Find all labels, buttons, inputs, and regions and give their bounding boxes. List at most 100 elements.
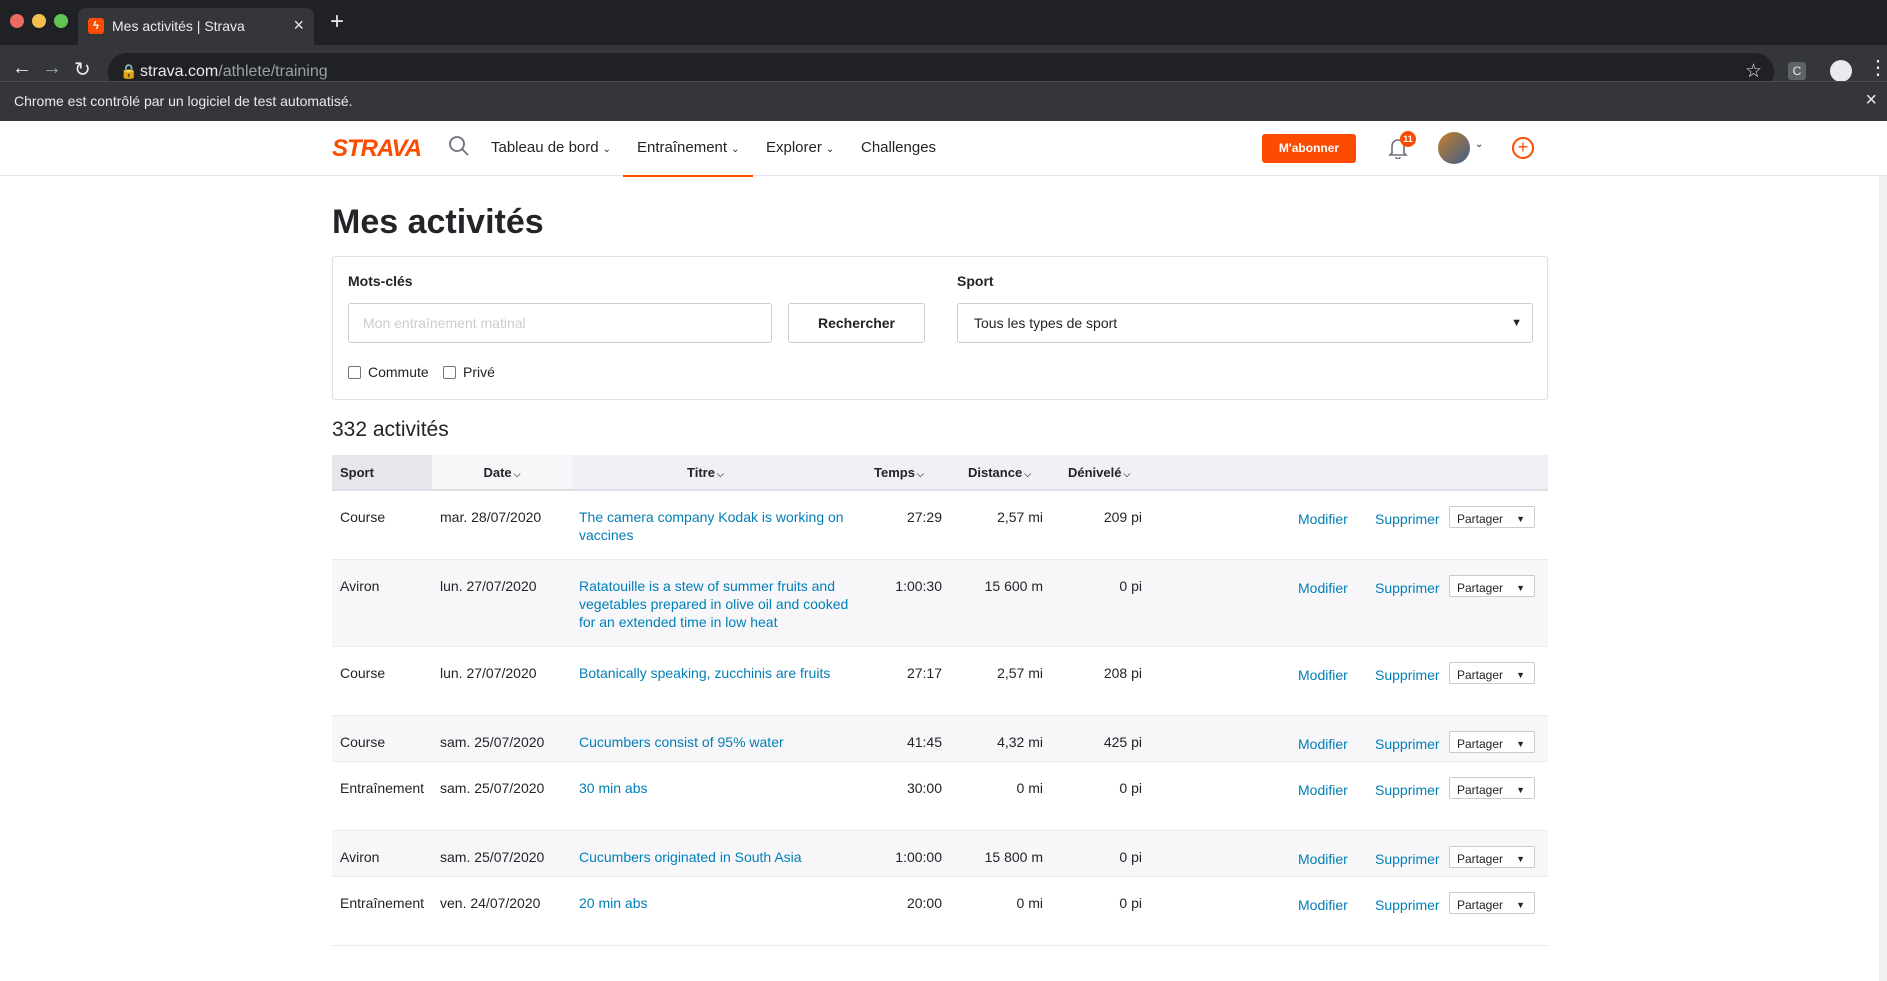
nav-challenges[interactable]: Challenges bbox=[861, 139, 936, 156]
time-cell: 1:00:00 bbox=[895, 849, 942, 865]
sport-cell: Aviron bbox=[340, 849, 380, 865]
share-label: Partager bbox=[1457, 898, 1504, 912]
new-tab-icon[interactable]: + bbox=[330, 8, 344, 36]
menu-dots-icon[interactable]: ⋮ bbox=[1868, 55, 1887, 80]
sport-select-value: Tous les types de sport bbox=[974, 315, 1118, 331]
window-close-button[interactable] bbox=[10, 14, 24, 28]
edit-link[interactable]: Modifier bbox=[1298, 666, 1348, 684]
activity-title-link[interactable]: 20 min abs bbox=[579, 894, 851, 912]
tab-close-icon[interactable]: × bbox=[293, 15, 304, 36]
window-zoom-button[interactable] bbox=[54, 14, 68, 28]
search-button[interactable]: Rechercher bbox=[788, 303, 925, 343]
sport-cell: Course bbox=[340, 509, 386, 525]
elevation-cell: 208 pi bbox=[1103, 665, 1142, 681]
table-row: Aviron lun. 27/07/2020 Ratatouille is a st… bbox=[332, 560, 1548, 647]
sport-cell: Entraînement bbox=[340, 780, 425, 796]
delete-link[interactable]: Supprimer bbox=[1375, 735, 1440, 753]
delete-link[interactable]: Supprimer bbox=[1375, 896, 1440, 914]
col-elevation[interactable]: Dénivelé ⌵ bbox=[1068, 465, 1130, 480]
sort-caret-icon: ⌵ bbox=[1024, 469, 1032, 479]
share-button[interactable]: Partager ▼ bbox=[1449, 731, 1535, 753]
private-label: Privé bbox=[463, 364, 495, 380]
share-label: Partager bbox=[1457, 668, 1504, 682]
delete-link[interactable]: Supprimer bbox=[1375, 781, 1440, 799]
sport-cell: Aviron bbox=[340, 578, 380, 594]
window-minimize-button[interactable] bbox=[32, 14, 46, 28]
private-checkbox[interactable]: Privé bbox=[443, 364, 495, 380]
date-cell: sam. 25/07/2020 bbox=[440, 849, 545, 865]
back-arrow-icon[interactable]: ← bbox=[12, 57, 32, 80]
time-cell: 27:29 bbox=[906, 509, 942, 525]
browser-tab[interactable]: ϟ Mes activités | Strava × bbox=[78, 8, 314, 45]
activity-title-link[interactable]: Botanically speaking, zucchinis are frui… bbox=[579, 664, 851, 682]
add-activity-plus-icon[interactable]: + bbox=[1512, 137, 1534, 159]
col-distance[interactable]: Distance ⌵ bbox=[968, 465, 1031, 480]
share-button[interactable]: Partager ▼ bbox=[1449, 846, 1535, 868]
nav-explore[interactable]: Explorer ⌄ bbox=[766, 139, 834, 156]
extension-icon[interactable]: C bbox=[1788, 62, 1806, 80]
col-distance-label: Distance bbox=[968, 465, 1023, 480]
share-label: Partager bbox=[1457, 852, 1504, 866]
subscribe-button[interactable]: M'abonner bbox=[1262, 134, 1356, 163]
nav-explore-label: Explorer bbox=[766, 139, 822, 156]
nav-dashboard[interactable]: Tableau de bord ⌄ bbox=[491, 139, 611, 156]
edit-link[interactable]: Modifier bbox=[1298, 781, 1348, 799]
page-scrollbar[interactable] bbox=[1879, 176, 1887, 981]
bookmark-star-icon[interactable]: ☆ bbox=[1745, 60, 1762, 83]
edit-link[interactable]: Modifier bbox=[1298, 579, 1348, 597]
forward-arrow-icon[interactable]: → bbox=[42, 57, 62, 80]
chevron-down-icon: ⌄ bbox=[602, 144, 611, 155]
edit-link[interactable]: Modifier bbox=[1298, 735, 1348, 753]
infobar-close-icon[interactable]: × bbox=[1865, 89, 1877, 112]
col-date[interactable]: Date ⌵ bbox=[432, 455, 572, 489]
sport-label: Sport bbox=[957, 273, 994, 289]
chevron-down-icon[interactable]: ⌄ bbox=[1475, 139, 1483, 150]
share-label: Partager bbox=[1457, 783, 1504, 797]
share-button[interactable]: Partager ▼ bbox=[1449, 777, 1535, 799]
col-title[interactable]: Titre ⌵ bbox=[687, 465, 724, 480]
share-button[interactable]: Partager ▼ bbox=[1449, 662, 1535, 684]
nav-training[interactable]: Entraînement ⌄ bbox=[622, 139, 754, 177]
share-button[interactable]: Partager ▼ bbox=[1449, 575, 1535, 597]
activity-title-link[interactable]: Cucumbers originated in South Asia bbox=[579, 848, 851, 866]
sport-select[interactable]: Tous les types de sport ▼ bbox=[957, 303, 1533, 343]
caret-down-icon: ▼ bbox=[1516, 854, 1525, 864]
keywords-input[interactable] bbox=[348, 303, 772, 343]
chevron-down-icon: ▼ bbox=[1511, 317, 1522, 329]
share-label: Partager bbox=[1457, 737, 1504, 751]
col-title-label: Titre bbox=[687, 465, 715, 480]
edit-link[interactable]: Modifier bbox=[1298, 896, 1348, 914]
nav-challenges-label: Challenges bbox=[861, 139, 937, 156]
date-cell: ven. 24/07/2020 bbox=[440, 895, 541, 911]
edit-link[interactable]: Modifier bbox=[1298, 510, 1348, 528]
sort-caret-icon: ⌵ bbox=[716, 469, 724, 479]
activity-title-link[interactable]: The camera company Kodak is working on v… bbox=[579, 508, 851, 544]
table-body: Course mar. 28/07/2020 The camera company … bbox=[332, 491, 1548, 946]
delete-link[interactable]: Supprimer bbox=[1375, 579, 1440, 597]
share-button[interactable]: Partager ▼ bbox=[1449, 892, 1535, 914]
time-cell: 20:00 bbox=[906, 895, 942, 911]
edit-link[interactable]: Modifier bbox=[1298, 850, 1348, 868]
checkbox-box[interactable] bbox=[443, 365, 456, 379]
delete-link[interactable]: Supprimer bbox=[1375, 510, 1440, 528]
strava-logo[interactable]: STRAVA bbox=[332, 135, 422, 163]
commute-checkbox[interactable]: Commute bbox=[348, 364, 429, 380]
browser-tab-strip: ϟ Mes activités | Strava × + bbox=[0, 0, 1887, 45]
activity-title-link[interactable]: Cucumbers consist of 95% water bbox=[579, 733, 851, 751]
delete-link[interactable]: Supprimer bbox=[1375, 666, 1440, 684]
activity-title-link[interactable]: 30 min abs bbox=[579, 779, 851, 797]
avatar[interactable] bbox=[1438, 132, 1470, 164]
date-cell: lun. 27/07/2020 bbox=[440, 665, 537, 681]
activity-title-link[interactable]: Ratatouille is a stew of summer fruits a… bbox=[579, 577, 851, 631]
col-time[interactable]: Temps ⌵ bbox=[874, 465, 924, 480]
profile-icon[interactable] bbox=[1830, 60, 1852, 82]
checkbox-box[interactable] bbox=[348, 365, 361, 379]
caret-down-icon: ▼ bbox=[1516, 583, 1525, 593]
delete-link[interactable]: Supprimer bbox=[1375, 850, 1440, 868]
share-button[interactable]: Partager ▼ bbox=[1449, 506, 1535, 528]
search-icon[interactable] bbox=[448, 135, 470, 157]
reload-icon[interactable]: ↻ bbox=[74, 57, 91, 82]
distance-cell: 2,57 mi bbox=[997, 509, 1043, 525]
distance-cell: 15 600 m bbox=[984, 578, 1043, 594]
table-row: Entraînement sam. 25/07/2020 30 min abs 30:… bbox=[332, 762, 1548, 831]
